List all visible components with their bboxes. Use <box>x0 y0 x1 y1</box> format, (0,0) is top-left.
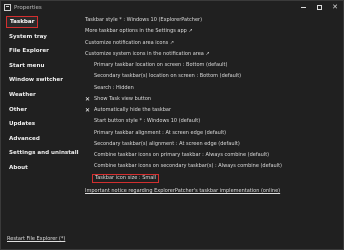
title-bar: Properties ✕ <box>1 1 343 14</box>
sidebar: Taskbar System tray File Explorer Start … <box>5 15 79 176</box>
system-icons-link[interactable]: Customize system icons in the notificati… <box>85 49 341 60</box>
show-task-view-checkbox[interactable]: ✕ Show Task view button <box>85 94 341 105</box>
sidebar-item-updates[interactable]: Updates <box>5 117 73 132</box>
maximize-icon <box>316 5 322 10</box>
setting-label: Taskbar icon size : Small <box>92 173 160 183</box>
setting-label: Search : Hidden <box>94 84 134 91</box>
secondary-taskbar-alignment-setting[interactable]: Secondary taskbar(s) alignment : At scre… <box>85 139 341 150</box>
properties-window: Properties ✕ Taskbar System tray File Ex… <box>0 0 344 250</box>
check-icon: ✕ <box>85 95 91 103</box>
combine-icons-secondary-setting[interactable]: Combine taskbar icons on secondary taskb… <box>85 161 341 172</box>
setting-label: Customize notification area icons ↗ <box>85 39 175 46</box>
sidebar-item-file-explorer[interactable]: File Explorer <box>5 44 73 59</box>
sidebar-item-start-menu[interactable]: Start menu <box>5 59 73 74</box>
auto-hide-taskbar-checkbox[interactable]: ✕ Automatically hide the taskbar <box>85 105 341 116</box>
sidebar-item-system-tray[interactable]: System tray <box>5 30 73 45</box>
combine-icons-primary-setting[interactable]: Combine taskbar icons on primary taskbar… <box>85 150 341 161</box>
secondary-taskbar-location-setting[interactable]: Secondary taskbar(s) location on screen … <box>85 71 341 82</box>
taskbar-icon-size-setting[interactable]: Taskbar icon size : Small <box>85 173 341 184</box>
setting-label: Automatically hide the taskbar <box>94 107 172 113</box>
setting-label: Customize system icons in the notificati… <box>85 50 210 57</box>
taskbar-settings-panel: Taskbar style * : Windows 10 (ExplorerPa… <box>85 15 341 197</box>
restart-file-explorer-link[interactable]: Restart File Explorer (*) <box>7 236 65 242</box>
close-button[interactable]: ✕ <box>327 1 343 14</box>
important-notice-link[interactable]: Important notice regarding ExplorerPatch… <box>85 186 341 197</box>
maximize-button[interactable] <box>311 1 327 14</box>
setting-label: Secondary taskbar(s) location on screen … <box>94 73 242 80</box>
setting-label: Taskbar style * : Windows 10 (ExplorerPa… <box>85 17 203 23</box>
minimize-button[interactable] <box>295 1 311 14</box>
notification-icons-link[interactable]: Customize notification area icons ↗ <box>85 38 341 49</box>
minimize-icon <box>300 7 306 8</box>
window-title: Properties <box>14 4 42 11</box>
taskbar-style-setting[interactable]: Taskbar style * : Windows 10 (ExplorerPa… <box>85 15 341 26</box>
sidebar-item-weather[interactable]: Weather <box>5 88 73 103</box>
setting-label: Combine taskbar icons on secondary taskb… <box>94 163 282 170</box>
sidebar-item-about[interactable]: About <box>5 161 73 176</box>
sidebar-item-taskbar[interactable]: Taskbar <box>5 15 73 30</box>
close-icon: ✕ <box>332 3 338 11</box>
setting-label: Primary taskbar alignment : At screen ed… <box>94 129 227 136</box>
sidebar-item-other[interactable]: Other <box>5 103 73 118</box>
setting-label: Start button style * : Windows 10 (defau… <box>94 118 201 125</box>
settings-app-link[interactable]: More taskbar options in the Settings app… <box>85 26 341 37</box>
sidebar-item-window-switcher[interactable]: Window switcher <box>5 73 73 88</box>
sidebar-item-settings-and-uninstall[interactable]: Settings and uninstall <box>5 146 79 161</box>
app-icon <box>4 4 11 11</box>
setting-label: More taskbar options in the Settings app… <box>85 28 193 35</box>
check-icon: ✕ <box>85 107 91 114</box>
setting-label: Primary taskbar location on screen : Bot… <box>94 62 228 68</box>
setting-label: Show Task view button <box>94 95 152 102</box>
primary-taskbar-location-setting[interactable]: Primary taskbar location on screen : Bot… <box>85 60 341 71</box>
primary-taskbar-alignment-setting[interactable]: Primary taskbar alignment : At screen ed… <box>85 128 341 139</box>
window-controls: ✕ <box>295 1 343 14</box>
link-label: Important notice regarding ExplorerPatch… <box>85 187 281 194</box>
setting-label: Combine taskbar icons on primary taskbar… <box>94 152 270 158</box>
search-setting[interactable]: Search : Hidden <box>85 83 341 94</box>
start-button-style-setting[interactable]: Start button style * : Windows 10 (defau… <box>85 116 341 127</box>
sidebar-item-label: Taskbar <box>6 16 39 28</box>
setting-label: Secondary taskbar(s) alignment : At scre… <box>94 140 240 147</box>
sidebar-item-advanced[interactable]: Advanced <box>5 132 73 147</box>
